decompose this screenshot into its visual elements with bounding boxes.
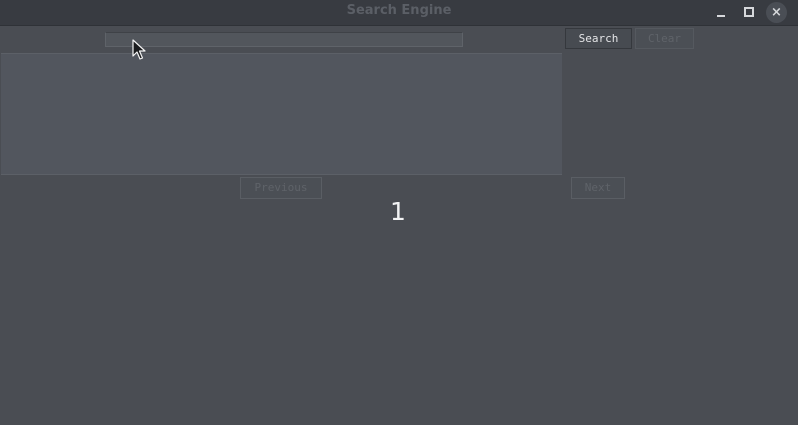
maximize-icon[interactable] <box>739 2 759 22</box>
app-window: Search Engine × Search Clear Previous 1 … <box>0 0 798 425</box>
window-title: Search Engine <box>346 3 452 18</box>
clear-button[interactable]: Clear <box>635 28 694 49</box>
results-list[interactable] <box>1 53 562 175</box>
minimize-icon[interactable] <box>711 2 731 22</box>
mouse-pointer-icon <box>132 39 146 60</box>
previous-page-button[interactable]: Previous <box>240 177 322 199</box>
title-bar[interactable]: Search Engine × <box>0 0 798 26</box>
close-icon[interactable]: × <box>766 2 787 23</box>
next-page-button[interactable]: Next <box>571 177 625 199</box>
search-button[interactable]: Search <box>565 28 632 49</box>
search-input[interactable] <box>105 32 463 47</box>
page-number: 1 <box>390 197 406 226</box>
